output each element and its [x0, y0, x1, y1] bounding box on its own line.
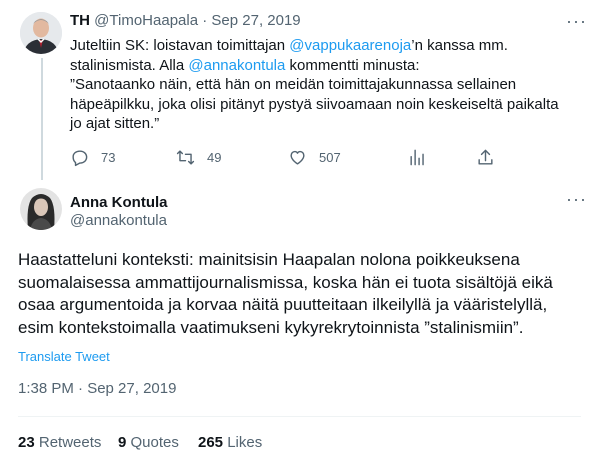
parent-tweet-text: Juteltiin SK: loistavan toimittajan @vap…: [70, 36, 570, 134]
main-display-name[interactable]: Anna Kontula: [70, 194, 168, 211]
parent-text-line: Juteltiin SK: loistavan toimittajan @vap…: [70, 36, 570, 56]
retweets-count: 23: [18, 434, 35, 451]
header-separator: ·: [202, 12, 208, 29]
parent-text-line: stalinismista. Alla @annakontula komment…: [70, 56, 570, 76]
quotes-count: 9: [118, 434, 127, 451]
tweet-text-segment: jo ajat sitten.”: [70, 115, 160, 132]
parent-display-name[interactable]: TH: [70, 12, 90, 29]
retweets-label: Retweets: [38, 434, 102, 451]
retweets-stat[interactable]: 23 Retweets: [18, 434, 101, 451]
parent-action-bar: 73 49 507: [70, 148, 510, 168]
main-avatar[interactable]: [20, 188, 62, 230]
translate-tweet-link[interactable]: Translate Tweet: [18, 349, 110, 364]
parent-text-line: häpeäpilkku, joka olisi pitänyt pystyä s…: [70, 95, 570, 115]
retweet-icon: [176, 150, 195, 165]
parent-text-line: jo ajat sitten.”: [70, 114, 570, 134]
likes-label: Likes: [227, 434, 263, 451]
main-text-line: osaa argumentoida ja korvaa näitä puutte…: [18, 295, 548, 314]
parent-avatar[interactable]: [20, 12, 62, 54]
tweet-text-segment: kommentti minusta:: [285, 56, 420, 74]
share-icon: [478, 149, 493, 165]
parent-text-line: ”Sanotaanko näin, että hän on meidän toi…: [70, 75, 570, 95]
tweet-text-segment: häpeäpilkku, joka olisi pitänyt pystyä s…: [70, 95, 559, 113]
parent-date[interactable]: Sep 27, 2019: [211, 12, 300, 29]
parent-tweet-header: TH @TimoHaapala · Sep 27, 2019: [70, 12, 301, 29]
mention-link[interactable]: @vappukaarenoja: [289, 37, 411, 54]
tweet-text-segment: stalinismista. Alla: [70, 56, 189, 74]
like-count: 507: [319, 150, 341, 165]
reply-button[interactable]: 73: [70, 148, 115, 167]
likes-count: 265: [198, 434, 224, 451]
stats-divider: [18, 416, 581, 417]
analytics-button[interactable]: [408, 148, 439, 167]
reply-count: 73: [101, 150, 116, 165]
like-button[interactable]: 507: [288, 148, 341, 167]
person-avatar-icon: [20, 188, 62, 230]
analytics-icon: [410, 149, 424, 166]
quotes-label: Quotes: [130, 434, 179, 451]
retweet-count: 49: [207, 150, 222, 165]
heart-icon: [290, 150, 305, 165]
quotes-stat[interactable]: 9 Quotes: [118, 434, 179, 451]
main-text-line: suomalaisessa ammattijournalismissa, kos…: [18, 272, 553, 292]
thread-connector-line: [41, 58, 43, 180]
tweet-text-segment: ’n kanssa mm.: [411, 37, 508, 54]
mention-link[interactable]: @annakontula: [188, 57, 285, 74]
tweet-text-segment: ”Sanotaanko näin, että hän on meidän toi…: [70, 76, 517, 93]
main-text-line: Haastatteluni konteksti: mainitsisin Haa…: [18, 250, 520, 269]
main-more-icon[interactable]: ···: [566, 190, 587, 208]
retweet-button[interactable]: 49: [176, 148, 221, 167]
reply-icon: [72, 150, 88, 167]
likes-stat[interactable]: 265 Likes: [198, 434, 262, 451]
main-handle[interactable]: @annakontula: [70, 212, 167, 229]
tweet-timestamp[interactable]: 1:38 PM · Sep 27, 2019: [18, 380, 176, 397]
tweet-text-segment: Juteltiin SK: loistavan toimittajan: [70, 37, 290, 54]
parent-handle[interactable]: @TimoHaapala: [94, 12, 198, 29]
parent-more-icon[interactable]: ···: [566, 12, 587, 30]
share-button[interactable]: [476, 148, 507, 167]
main-tweet-text: Haastatteluni konteksti: mainitsisin Haa…: [18, 249, 588, 339]
person-avatar-icon: [20, 12, 62, 54]
main-text-line: esim kontekstoimalla vaatimukseni kykyre…: [18, 317, 524, 337]
